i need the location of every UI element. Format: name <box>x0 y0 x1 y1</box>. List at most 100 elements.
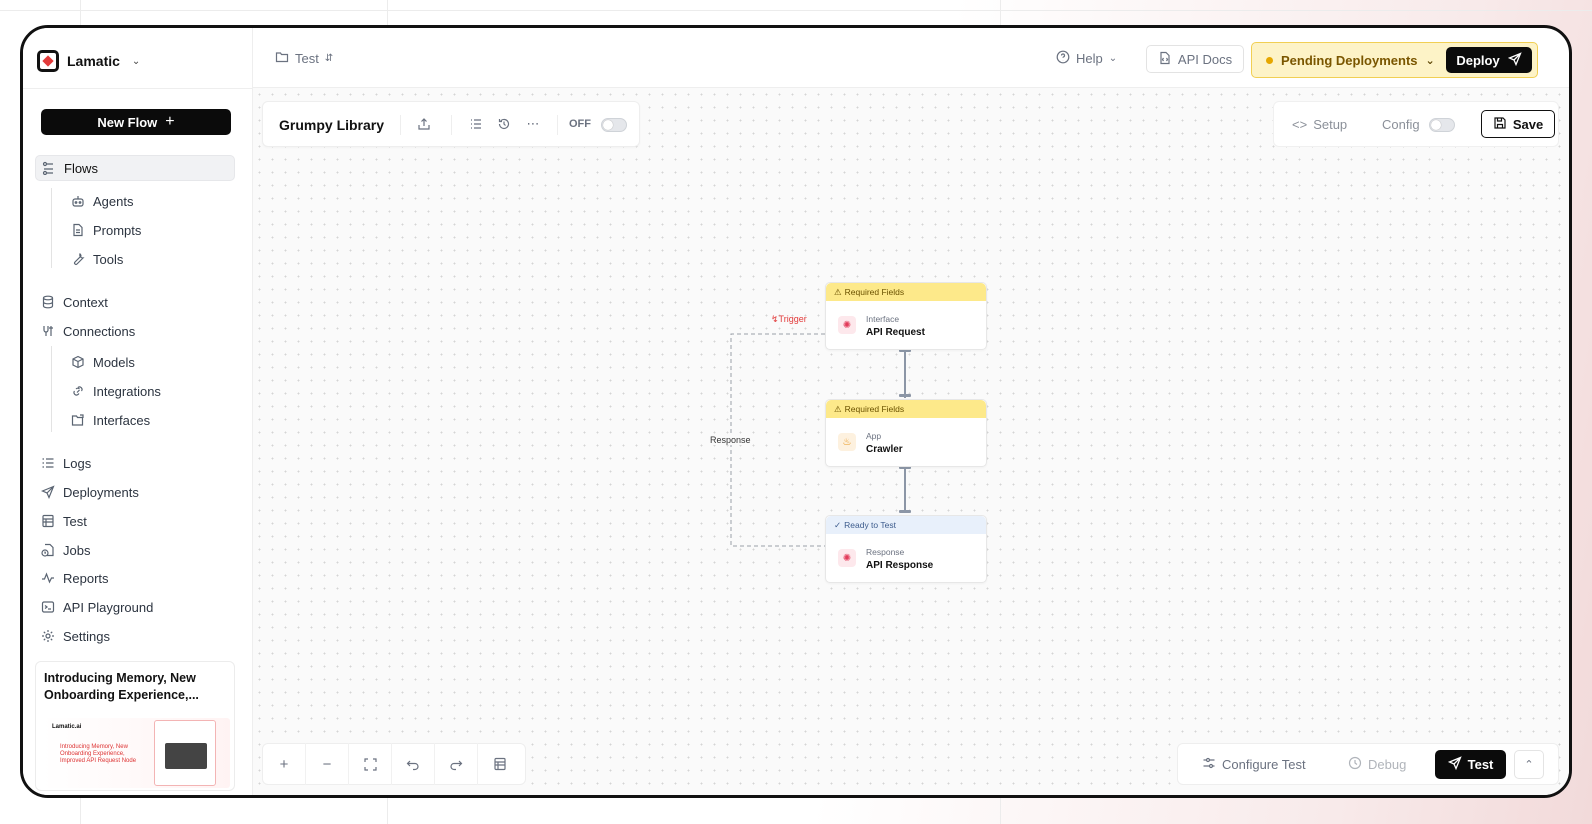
debug-label: Debug <box>1368 757 1407 772</box>
pending-deployments-dropdown[interactable]: Pending Deployments ⌄ <box>1266 53 1435 68</box>
sidebar-item-api-playground[interactable]: API Playground <box>41 595 153 619</box>
sidebar-item-jobs[interactable]: Jobs <box>41 538 90 562</box>
chevron-down-icon: ⌄ <box>1108 53 1118 64</box>
flow-canvas[interactable]: Grumpy Library ⋯ OFF <> Setup Config Sav… <box>253 88 1569 795</box>
check-icon: ✓ <box>834 519 842 530</box>
test-controls: Configure Test Debug Test ⌃ <box>1177 743 1559 785</box>
api-node-icon: ✺ <box>838 549 856 567</box>
help-menu[interactable]: Help ⌄ <box>1056 50 1117 67</box>
trigger-label: Trigger <box>778 314 807 324</box>
node-kind: Interface <box>866 314 900 324</box>
sidebar-item-label: API Playground <box>63 599 154 615</box>
chevron-up-icon[interactable]: ⌃ <box>1514 750 1544 779</box>
new-flow-button[interactable]: New Flow + <box>41 109 231 135</box>
flow-node-crawler[interactable]: ⚠ Required Fields ♨ App Crawler <box>825 399 987 467</box>
zoom-in-icon[interactable]: + <box>263 743 306 785</box>
pending-deployments[interactable]: Pending Deployments ⌄ Deploy <box>1251 42 1538 78</box>
app-window: Lamatic ⌄ New Flow + Flows Agents Prompt… <box>20 25 1572 798</box>
sidebar-item-reports[interactable]: Reports <box>41 566 109 590</box>
chevron-down-icon: ⌄ <box>131 55 141 67</box>
sidebar-item-test[interactable]: Test <box>41 509 87 533</box>
announcement-card[interactable]: Introducing Memory, New Onboarding Exper… <box>35 661 235 791</box>
sidebar-item-deployments[interactable]: Deployments <box>41 480 139 504</box>
help-circle-icon <box>1056 50 1070 67</box>
sidebar-item-models[interactable]: Models <box>71 350 135 374</box>
warning-icon: ⚠ <box>834 286 842 297</box>
folder-export-icon <box>71 413 85 427</box>
configure-test-label: Configure Test <box>1222 757 1306 772</box>
node-status-label: Required Fields <box>844 287 905 297</box>
list-icon <box>41 456 55 470</box>
node-status-label: Required Fields <box>844 404 905 414</box>
flows-icon <box>42 161 56 175</box>
response-edge-label: Response <box>710 435 751 445</box>
deploy-label: Deploy <box>1456 52 1500 68</box>
clock-icon <box>1348 756 1362 773</box>
node-kind: App <box>866 431 882 441</box>
workspace-switcher[interactable]: Lamatic ⌄ <box>37 50 140 72</box>
thumbnail-text: Introducing Memory, New Onboarding Exper… <box>60 744 137 764</box>
edge-handle <box>899 394 911 397</box>
sidebar-item-label: Agents <box>93 193 134 209</box>
chevron-up-down-icon: ⇵ <box>324 53 334 64</box>
node-kind: Response <box>866 547 905 557</box>
sidebar-item-integrations[interactable]: Integrations <box>71 379 161 403</box>
sidebar-item-agents[interactable]: Agents <box>71 189 133 213</box>
redo-icon[interactable] <box>435 743 478 785</box>
sidebar-item-label: Logs <box>63 455 92 471</box>
warning-icon: ⚠ <box>834 403 842 414</box>
node-status-label: Ready to Test <box>844 520 896 530</box>
wrench-icon <box>71 252 85 266</box>
node-title: API Request <box>866 327 925 338</box>
new-flow-label: New Flow <box>97 114 158 130</box>
robot-icon <box>71 194 85 208</box>
edge-handle <box>899 510 911 513</box>
api-docs-label: API Docs <box>1177 51 1233 67</box>
plus-icon: + <box>165 113 175 130</box>
sidebar-item-settings[interactable]: Settings <box>41 624 110 648</box>
edge-connector <box>904 468 906 513</box>
test-label: Test <box>1467 757 1494 772</box>
database-icon <box>41 295 55 309</box>
flow-node-api-request[interactable]: ⚠ Required Fields ✺ Interface API Reques… <box>825 282 987 350</box>
zoom-out-icon[interactable]: − <box>306 743 349 785</box>
sidebar-item-label: Interfaces <box>93 412 151 428</box>
pending-label: Pending Deployments <box>1281 53 1418 68</box>
canvas-controls: + − <box>262 743 526 785</box>
debug-button[interactable]: Debug <box>1348 756 1406 773</box>
sliders-icon <box>1202 756 1216 773</box>
divider <box>23 88 252 89</box>
project-switcher[interactable]: Test ⇵ <box>275 50 333 67</box>
sidebar-item-connections[interactable]: Connections <box>41 319 135 343</box>
lamatic-logo-icon <box>37 50 59 72</box>
sidebar-item-logs[interactable]: Logs <box>41 451 91 475</box>
status-dot-icon <box>1266 57 1273 64</box>
fire-icon: ♨ <box>838 433 856 451</box>
thumbnail-screenshot <box>154 720 216 786</box>
thumbnail-logo: Lamatic.ai <box>52 724 82 730</box>
fit-view-icon[interactable] <box>349 743 392 785</box>
sidebar-item-label: Settings <box>63 628 110 644</box>
sidebar-item-tools[interactable]: Tools <box>71 247 123 271</box>
sidebar-item-label: Jobs <box>63 542 91 558</box>
plug-icon <box>41 324 55 338</box>
document-icon <box>71 223 85 237</box>
test-button[interactable]: Test <box>1435 750 1506 779</box>
sidebar-item-flows[interactable]: Flows <box>35 155 235 181</box>
sidebar-item-label: Deployments <box>63 484 139 500</box>
undo-icon[interactable] <box>392 743 435 785</box>
flow-node-api-response[interactable]: ✓ Ready to Test ✺ Response API Response <box>825 515 987 583</box>
send-icon <box>1507 51 1522 69</box>
sidebar-item-interfaces[interactable]: Interfaces <box>71 408 150 432</box>
notes-icon[interactable] <box>478 743 521 785</box>
send-icon <box>1447 756 1462 773</box>
activity-icon <box>41 571 55 585</box>
sidebar-item-label: Test <box>63 513 87 529</box>
announcement-thumbnail: Lamatic.ai Introducing Memory, New Onboa… <box>42 718 230 788</box>
api-docs-button[interactable]: API Docs <box>1146 45 1244 73</box>
deploy-button[interactable]: Deploy <box>1446 47 1532 73</box>
sidebar-item-prompts[interactable]: Prompts <box>71 218 141 242</box>
configure-test-button[interactable]: Configure Test <box>1202 756 1306 773</box>
sidebar-item-context[interactable]: Context <box>41 290 108 314</box>
sidebar: Lamatic ⌄ New Flow + Flows Agents Prompt… <box>23 28 253 795</box>
